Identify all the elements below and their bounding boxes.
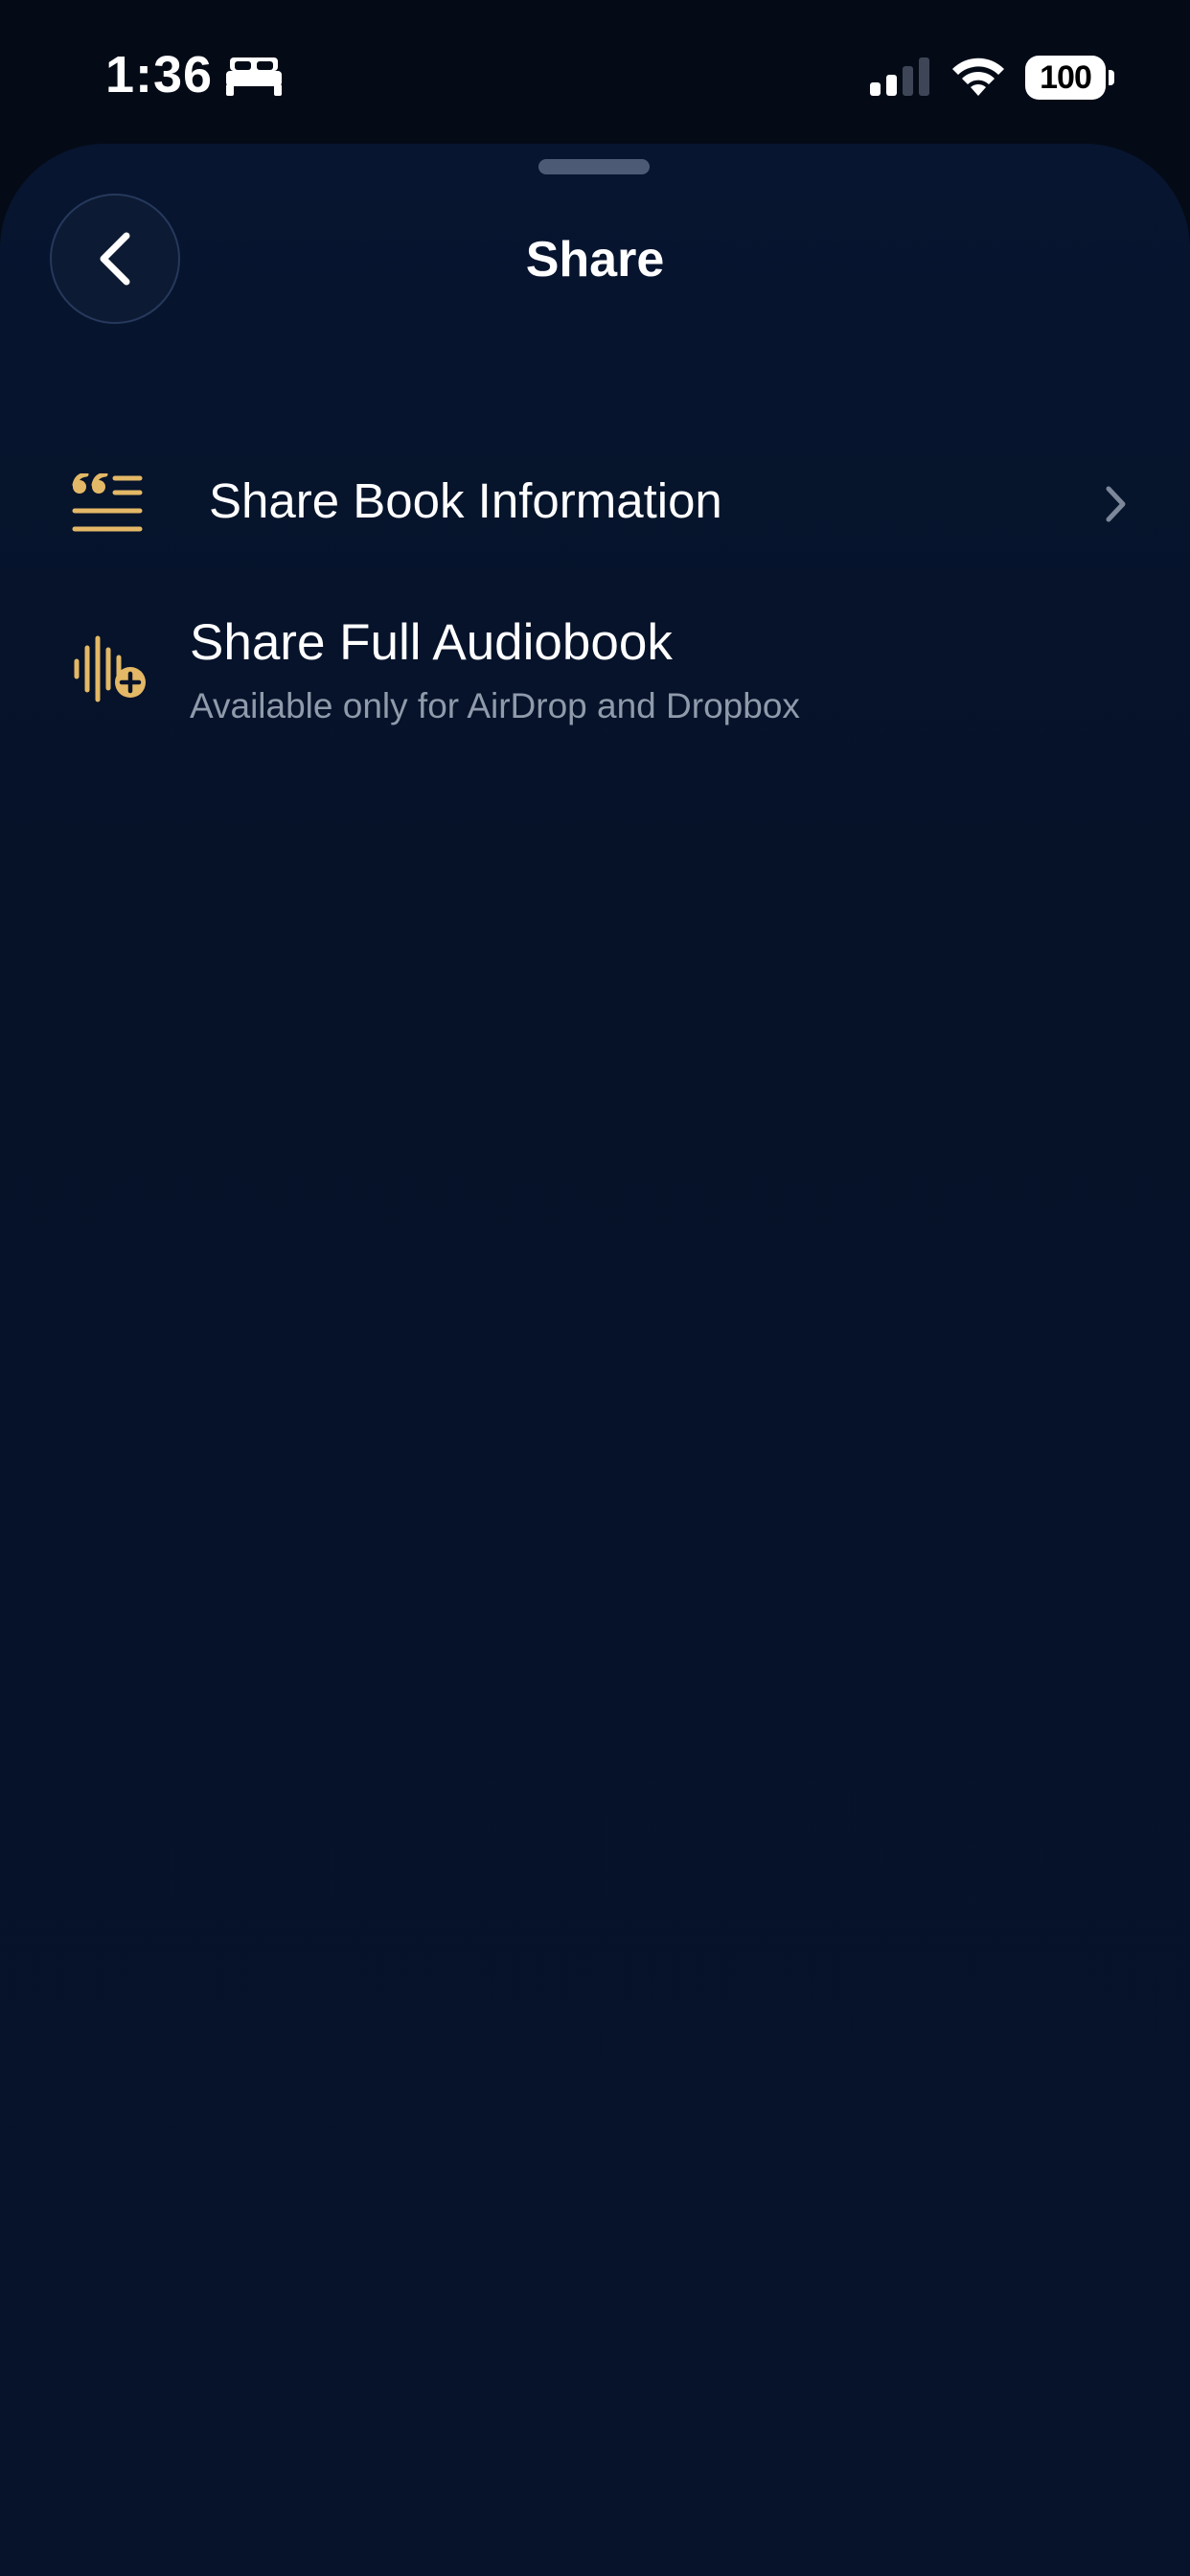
share-full-audiobook-sublabel: Available only for AirDrop and Dropbox [190,686,800,725]
share-book-information-label: Share Book Information [209,473,722,528]
waveform-plus-icon [74,635,146,702]
chevron-right-icon [1106,486,1126,522]
battery-indicator: 100 [1025,56,1114,102]
sheet-grabber[interactable] [538,159,650,174]
cellular-signal-icon [870,58,929,96]
bed-icon [226,58,282,96]
status-time: 1:36 [105,46,214,104]
quote-lines-icon [72,473,143,532]
page-title: Share [525,232,665,288]
battery-cap [1109,70,1114,85]
status-bar: 1:36 100 [0,0,1190,144]
share-sheet: Share Share Book Information Share Full … [0,144,1190,2576]
wifi-icon [952,58,1004,96]
battery-level: 100 [1025,56,1106,100]
share-full-audiobook-label: Share Full Audiobook [190,614,673,671]
share-screen: 1:36 100 Share Share Book Information Sh… [0,0,1190,2576]
